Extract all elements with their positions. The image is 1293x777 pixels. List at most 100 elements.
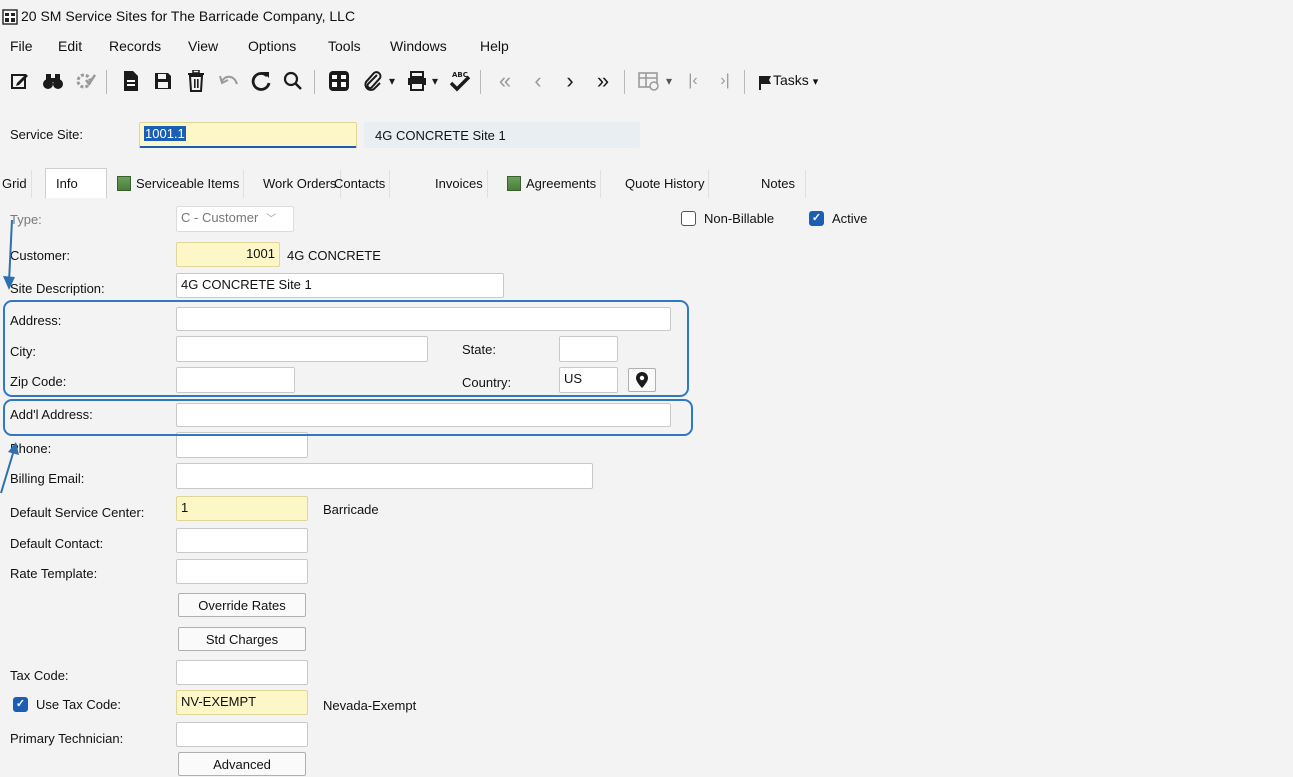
tab-invoices[interactable]: Invoices xyxy=(431,170,488,198)
site-description-input[interactable]: 4G CONCRETE Site 1 xyxy=(176,273,504,298)
customer-value: 1001 xyxy=(246,246,275,261)
annotation-arrow-up-icon xyxy=(0,442,19,494)
use-tax-code-input[interactable]: NV-EXEMPT xyxy=(176,690,308,715)
service-site-header: Service Site: 1001.1 4G CONCRETE Site 1 xyxy=(0,104,1293,164)
chevron-down-icon: ﹀ xyxy=(266,214,277,225)
table-view-icon[interactable] xyxy=(636,68,662,94)
search-icon[interactable] xyxy=(280,68,306,94)
window-title: 20 SM Service Sites for The Barricade Co… xyxy=(21,8,356,24)
menu-tools[interactable]: Tools xyxy=(328,38,361,54)
title-bar: 20 SM Service Sites for The Barricade Co… xyxy=(0,0,1293,34)
collapse-last-icon[interactable]: ›| xyxy=(712,68,738,94)
toolbar: ▾ ▾ ABC « ‹ › » ▾ |‹ ›| Tasks ▾ xyxy=(0,60,1293,104)
tax-code-input[interactable] xyxy=(176,660,308,685)
table-view-dropdown-icon[interactable]: ▾ xyxy=(662,68,676,94)
service-site-label: Service Site: xyxy=(10,127,83,142)
default-service-center-name: Barricade xyxy=(323,502,379,517)
binoculars-icon[interactable] xyxy=(40,68,66,94)
override-rates-button[interactable]: Override Rates xyxy=(178,593,306,617)
default-service-center-input[interactable]: 1 xyxy=(176,496,308,521)
next-record-icon[interactable]: › xyxy=(557,68,583,94)
first-record-icon[interactable]: « xyxy=(492,68,518,94)
address-highlight-box xyxy=(3,300,689,397)
use-tax-code-checkbox[interactable]: ✓ xyxy=(13,697,28,712)
primary-technician-label: Primary Technician: xyxy=(10,731,124,746)
tab-agreements[interactable]: Agreements xyxy=(503,170,602,198)
tab-grid[interactable]: Grid xyxy=(0,170,32,198)
attachment-icon[interactable] xyxy=(360,68,386,94)
tasks-menu[interactable]: Tasks ▾ xyxy=(773,72,818,88)
tab-agreements-label: Agreements xyxy=(526,176,597,191)
advanced-button[interactable]: Advanced xyxy=(178,752,306,776)
menu-view[interactable]: View xyxy=(188,38,218,54)
save-icon[interactable] xyxy=(150,68,176,94)
default-contact-label: Default Contact: xyxy=(10,536,104,551)
delete-icon[interactable] xyxy=(183,68,209,94)
type-value: C - Customer xyxy=(181,210,259,225)
service-site-value: 1001.1 xyxy=(144,126,186,141)
use-tax-code-value: NV-EXEMPT xyxy=(181,694,257,709)
active-label: Active xyxy=(832,211,868,226)
new-document-icon[interactable] xyxy=(118,68,144,94)
std-charges-button[interactable]: Std Charges xyxy=(178,627,306,651)
tab-info[interactable]: Info xyxy=(45,168,107,199)
menu-bar: File Edit Records View Options Tools Win… xyxy=(0,34,1293,60)
billing-email-input[interactable] xyxy=(176,463,593,489)
tab-serviceable-items-label: Serviceable Items xyxy=(136,176,240,191)
menu-windows[interactable]: Windows xyxy=(390,38,447,54)
service-site-description: 4G CONCRETE Site 1 xyxy=(364,122,640,148)
addl-address-highlight-box xyxy=(3,399,693,436)
menu-records[interactable]: Records xyxy=(109,38,161,54)
tab-strip: Grid Info Serviceable Items Work Orders … xyxy=(0,164,1293,199)
tax-code-label: Tax Code: xyxy=(10,668,69,683)
svg-text:ABC: ABC xyxy=(452,71,468,79)
edit-record-icon[interactable] xyxy=(7,68,33,94)
toolbar-separator xyxy=(106,70,107,94)
default-service-center-label: Default Service Center: xyxy=(10,505,145,520)
toolbar-separator xyxy=(314,70,315,94)
non-billable-label: Non-Billable xyxy=(704,211,775,226)
print-dropdown-icon[interactable]: ▾ xyxy=(428,68,442,94)
default-service-center-value: 1 xyxy=(181,500,189,515)
tasks-dropdown-icon: ▾ xyxy=(812,76,819,88)
primary-technician-input[interactable] xyxy=(176,722,308,747)
tab-serviceable-items[interactable]: Serviceable Items xyxy=(113,170,245,198)
service-site-input[interactable]: 1001.1 xyxy=(139,122,357,148)
menu-file[interactable]: File xyxy=(10,38,33,54)
service-site-desc-text: 4G CONCRETE Site 1 xyxy=(375,128,506,143)
default-contact-input[interactable] xyxy=(176,528,308,553)
site-description-value: 4G CONCRETE Site 1 xyxy=(181,277,312,292)
settings-check-icon[interactable] xyxy=(72,68,98,94)
non-billable-checkbox[interactable] xyxy=(681,211,696,226)
toolbar-separator xyxy=(480,70,481,94)
tab-contacts[interactable]: Contacts xyxy=(330,170,391,198)
previous-record-icon[interactable]: ‹ xyxy=(525,68,551,94)
toolbar-separator xyxy=(744,70,745,94)
menu-help[interactable]: Help xyxy=(480,38,509,54)
print-icon[interactable] xyxy=(404,68,430,94)
menu-options[interactable]: Options xyxy=(248,38,296,54)
active-checkbox[interactable]: ✓ xyxy=(809,211,824,226)
agreements-icon xyxy=(507,176,521,191)
tasks-label: Tasks xyxy=(773,72,809,88)
grid-view-icon[interactable] xyxy=(326,68,352,94)
type-select[interactable]: C - Customer ﹀ xyxy=(176,206,294,232)
customer-name: 4G CONCRETE xyxy=(287,248,381,263)
serviceable-items-icon xyxy=(117,176,131,191)
last-record-icon[interactable]: » xyxy=(590,68,616,94)
attachment-dropdown-icon[interactable]: ▾ xyxy=(385,68,399,94)
rate-template-label: Rate Template: xyxy=(10,566,98,581)
tab-quote-history[interactable]: Quote History xyxy=(621,170,710,198)
annotation-arrow-down-icon xyxy=(3,220,15,290)
toolbar-separator xyxy=(624,70,625,94)
undo-icon[interactable] xyxy=(216,68,242,94)
customer-input[interactable]: 1001 xyxy=(176,242,280,267)
menu-edit[interactable]: Edit xyxy=(58,38,82,54)
rate-template-input[interactable] xyxy=(176,559,308,584)
refresh-icon[interactable] xyxy=(248,68,274,94)
app-icon xyxy=(2,9,18,25)
use-tax-code-label: Use Tax Code: xyxy=(36,697,122,712)
tab-notes[interactable]: Notes xyxy=(740,170,806,198)
spellcheck-icon[interactable]: ABC xyxy=(447,68,473,94)
collapse-first-icon[interactable]: |‹ xyxy=(680,68,706,94)
